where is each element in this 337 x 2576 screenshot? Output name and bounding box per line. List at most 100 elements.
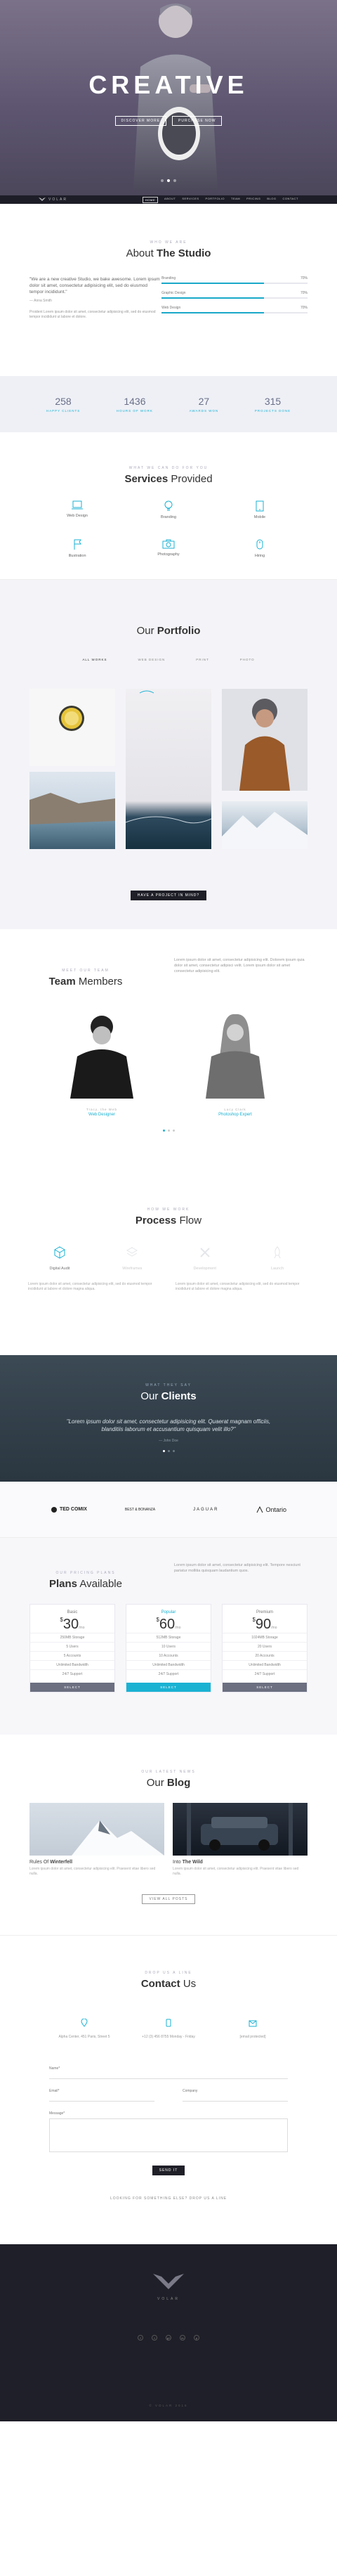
contact-note: LOOKING FOR SOMETHING ELSE? DROP US A LI… [110,2196,227,2201]
facebook-icon[interactable]: f [138,2335,143,2341]
plan-popular-select-button[interactable]: SELECT [126,1683,211,1692]
footer-name: VOLAR [157,2297,180,2301]
ted-comix-logo-icon [51,1506,57,1513]
nav-item-services[interactable]: SERVICES [182,197,199,203]
social-links: f t g+ in p [0,2335,337,2341]
portfolio-item-cliffs[interactable] [29,772,115,849]
team-member-1[interactable]: Tracy, the Web Web Designer [53,1007,151,1117]
process-kicker: HOW WE WORK [147,1208,190,1212]
company-field[interactable] [183,2096,288,2102]
service-hiring[interactable]: Hiring [214,539,305,558]
slider-dot[interactable] [161,179,164,182]
mouse-icon [256,539,263,550]
portfolio-item-lemon[interactable] [29,689,115,766]
clients-section: WHAT THEY SAY Our Clients "Lorem ipsum d… [0,1355,337,1482]
filter-all-works[interactable]: ALL WORKS [82,658,107,661]
about-title: About The Studio [126,247,211,259]
slider-dot-active[interactable] [167,179,170,182]
stat-awards: 27 Awards Won [189,396,219,413]
services-title: Services Provided [124,473,213,485]
process-step-audit: Digital Audit [28,1246,91,1271]
service-web-design[interactable]: Web Design [32,500,123,519]
plan-basic: Basic $30/mo 250MB Storage 5 Users 5 Acc… [29,1604,115,1692]
team-member-2[interactable]: Lucy Clark Photoshop Expert [186,1007,284,1117]
nav-item-home[interactable]: HOME [143,196,159,203]
portfolio-item-mountains[interactable] [222,801,308,849]
slider-dot-active[interactable] [162,1130,165,1132]
project-cta-button[interactable]: HAVE A PROJECT IN MIND? [130,891,207,900]
twitter-icon[interactable]: t [152,2335,157,2341]
name-field[interactable] [49,2073,288,2079]
about-quote: "We are a new creative Studio, we bake a… [29,276,161,321]
nav-item-blog[interactable]: BLOG [267,197,276,203]
email-label: Email* [49,2089,60,2093]
tools-icon [199,1248,210,1257]
service-illustration[interactable]: Illustration [32,539,123,558]
service-mobile[interactable]: Mobile [214,500,305,519]
blog-post-2[interactable]: Into The Wild Lorem ipsum dolor sit amet… [173,1803,308,1877]
nav-logo[interactable]: VOLAR [39,198,67,202]
service-photography[interactable]: Photography [123,539,214,558]
filter-web-design[interactable]: WEB DESIGN [138,658,165,661]
nav-item-about[interactable]: ABOUT [164,197,176,203]
blog-post-image [29,1803,164,1856]
purchase-now-button[interactable]: PURCHASE NOW [172,116,223,126]
plan-basic-select-button[interactable]: SELECT [30,1683,114,1692]
layers-icon [126,1247,138,1257]
service-branding[interactable]: Branding [123,500,214,519]
filter-photo[interactable]: PHOTO [240,658,255,661]
pricing-section: OUR PRICING PLANS Plans Available Lorem … [0,1538,337,1735]
filter-print[interactable]: PRINT [196,658,209,661]
clients-title: Our Clients [140,1390,197,1402]
process-step-launch: Launch [246,1246,309,1271]
pinterest-icon[interactable]: p [194,2335,199,2341]
nav-item-pricing[interactable]: PRICING [246,197,260,203]
plan-premium-select-button[interactable]: SELECT [223,1683,307,1692]
contact-title: Contact Us [140,1978,197,1990]
plan-popular: Popular $60/mo 512MB Storage 10 Users 10… [126,1604,211,1692]
google-plus-icon[interactable]: g+ [166,2335,171,2341]
view-all-posts-button[interactable]: VIEW ALL POSTS [141,1894,196,1904]
pricing-kicker: OUR PRICING PLANS [55,1571,116,1575]
linkedin-icon[interactable]: in [180,2335,185,2341]
nav-item-team[interactable]: TEAM [231,197,240,203]
portfolio-item-portrait[interactable] [222,689,308,791]
slider-dot[interactable] [172,1130,175,1132]
wings-icon [153,2274,184,2289]
process-step-wireframes: Wireframes [100,1246,164,1271]
main-nav: VOLAR HOME ABOUT SERVICES PORTFOLIO TEAM… [0,195,337,204]
nav-item-portfolio[interactable]: PORTFOLIO [205,197,225,203]
slider-dot[interactable] [167,1130,170,1132]
slider-dot[interactable] [173,179,176,182]
clients-slider-dots [0,1450,337,1452]
skill-web-design: Web Design 70% [161,306,308,313]
slider-dot[interactable] [172,1450,175,1452]
blog-title: Our Blog [146,1777,191,1789]
wings-icon [39,198,46,201]
blog-section: OUR LATEST NEWS Our Blog Rules Of Winter… [0,1735,337,1935]
blog-post-1[interactable]: Rules Of Winterfell Lorem ipsum dolor si… [29,1803,164,1877]
email-field[interactable] [49,2096,154,2102]
skill-graphic-design: Graphic Design 70% [161,291,308,299]
about-section: WHO WE ARE About The Studio "We are a ne… [0,204,337,376]
team-body: Lorem ipsum dolor sit amet, consectetur … [174,958,305,973]
slider-dot[interactable] [167,1450,170,1452]
stat-projects: 315 Projects Done [254,396,291,413]
skill-branding: Branding 70% [161,276,308,284]
process-text-right: Lorem ipsum dolor sit amet, consectetur … [176,1282,300,1291]
contact-email[interactable]: [email protected] [218,2018,288,2040]
stat-hours: 1436 Hours of Work [116,396,153,413]
process-text-left: Lorem ipsum dolor sit amet, consectetur … [28,1282,152,1291]
team-photo [206,1014,265,1099]
contact-section: DROP US A LINE Contact Us Alpha Center, … [0,1935,337,2244]
message-field[interactable] [49,2118,288,2152]
footer-logo[interactable] [0,2272,337,2294]
nav-item-contact[interactable]: CONTACT [282,197,298,203]
send-button[interactable]: SEND IT [152,2166,185,2175]
slider-dot-active[interactable] [162,1450,165,1452]
team-photo [70,1016,133,1099]
discover-more-button[interactable]: DISCOVER MORE [114,116,167,126]
portfolio-item-sea[interactable] [126,689,211,849]
laptop-icon [72,500,83,510]
team-title: Team Members [48,976,123,988]
